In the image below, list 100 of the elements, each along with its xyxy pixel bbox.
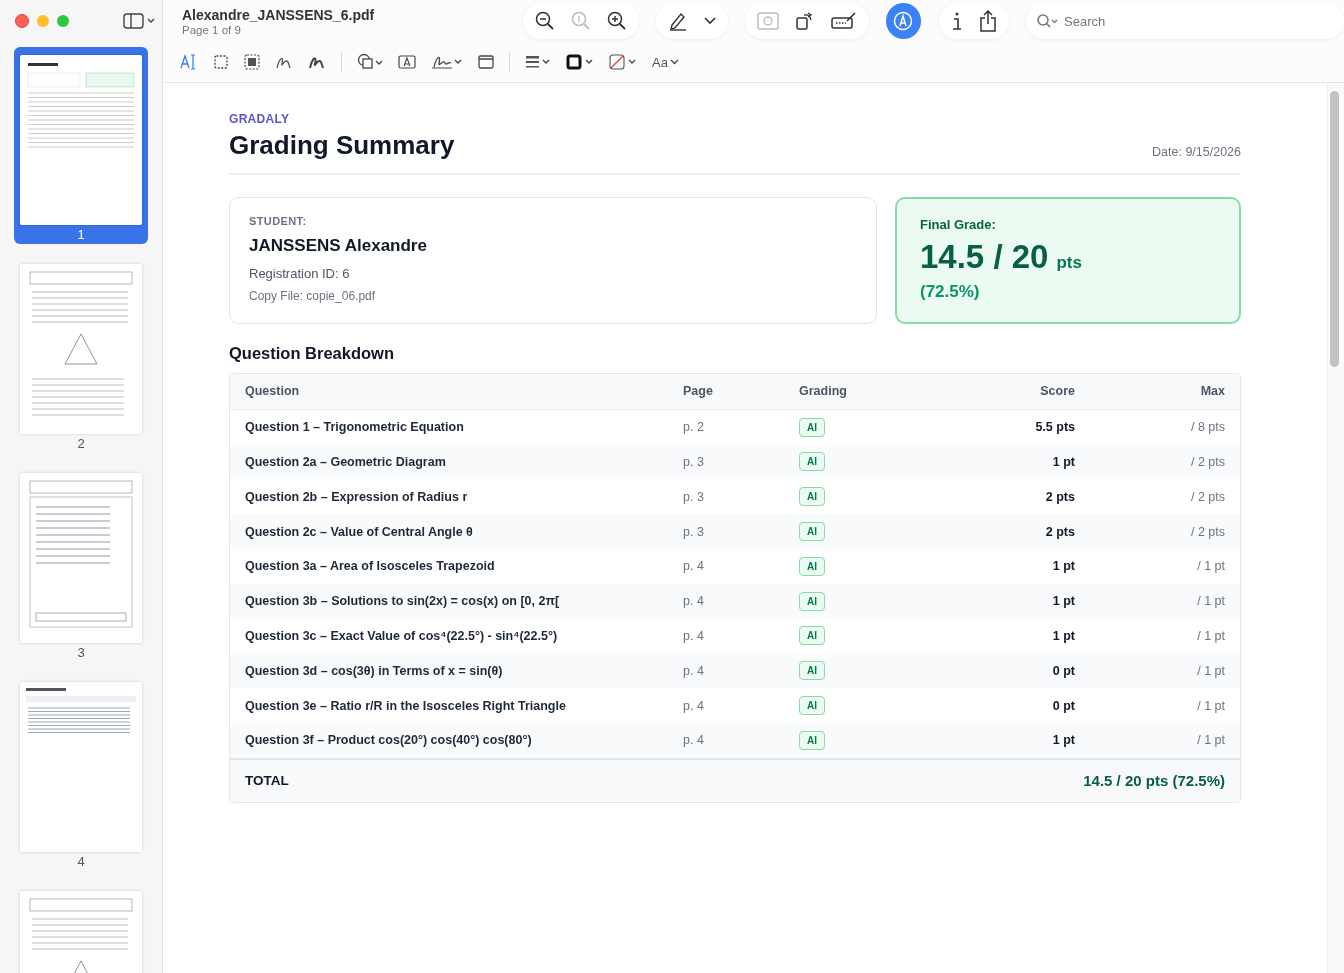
chevron-down-icon[interactable] (703, 17, 716, 25)
search-field[interactable]: Search (1026, 3, 1344, 39)
page-count: Page 1 of 9 (182, 23, 242, 36)
grading-badge: AI (799, 730, 825, 750)
page-number: 3 (77, 645, 85, 660)
score-cell-text: 2 pts (1044, 489, 1075, 504)
registration-id: Registration ID: 6 (249, 266, 351, 281)
chevron-down-icon (669, 59, 679, 65)
brand-name: GRADALY (229, 112, 291, 126)
student-label: STUDENT: (249, 215, 308, 227)
copy-file-name: Copy File: copie_06.pdf (249, 289, 377, 303)
grading-badge: AI (799, 661, 825, 681)
markup-pen-icon (893, 11, 914, 31)
page-thumbnail[interactable]: 3 (14, 465, 148, 662)
markup-toolbar-button[interactable] (885, 3, 921, 39)
zoom-out-icon[interactable] (534, 11, 555, 31)
section-title: Question Breakdown (229, 344, 396, 363)
shapes-menu[interactable] (357, 53, 383, 71)
question-cell-text: Question 3b – Solutions to sin(2x) = cos(x) on [0, 2π[ (245, 594, 561, 609)
text-selection-icon[interactable] (180, 54, 198, 70)
max-cell-text: / 2 pts (1189, 489, 1225, 504)
score-cell-text: 1 pt (1051, 628, 1075, 643)
score-cell-text: 1 pt (1051, 455, 1075, 469)
page-cell-text: p. 2 (683, 420, 705, 435)
page-thumbnail[interactable]: 4 (14, 674, 148, 871)
question-cell-text: Question 2a – Geometric Diagram (245, 455, 447, 469)
score-cell-text: 5.5 pts (1034, 420, 1075, 435)
smart-lasso-icon[interactable] (244, 54, 260, 70)
page-cell-text: p. 4 (683, 559, 705, 574)
page-number: 1 (77, 227, 85, 242)
info-icon[interactable] (951, 11, 963, 31)
page-thumbnail[interactable]: 1 (14, 47, 148, 244)
score-cell-text: 1 pt (1051, 594, 1075, 609)
score-cell-text: 1 pt (1051, 733, 1075, 748)
score-cell-text: 2 pts (1044, 524, 1075, 539)
question-cell-text: Question 3f – Product cos(20°) cos(40°) cos(80°) (245, 733, 533, 748)
draw-icon[interactable] (308, 54, 326, 70)
final-score: 14.5 / 20 (920, 238, 1049, 276)
window-title: Alexandre_JANSSENS_6.pdf (182, 6, 376, 23)
question-cell-text: Question 2c – Value of Central Angle θ (245, 524, 474, 539)
grading-badge: AI (799, 696, 825, 716)
question-cell-text: Question 3e – Ratio r/R in the Isosceles Right Triangle (245, 698, 567, 713)
text-box-icon[interactable] (398, 54, 416, 70)
signature-field-icon[interactable] (830, 12, 857, 30)
question-cell-text: Question 3d – cos(3θ) in Terms of x = sin(θ) (245, 663, 504, 678)
max-cell-text: / 1 pt (1196, 733, 1225, 748)
max-cell-text: / 1 pt (1196, 559, 1225, 574)
page-cell-text: p. 4 (683, 663, 705, 678)
column-header: Score (1039, 384, 1075, 399)
max-cell-text: / 1 pt (1196, 663, 1225, 678)
document-title: Grading Summary (229, 130, 455, 161)
question-cell-text: Question 1 – Trigonometric Equation (245, 420, 465, 435)
rectangular-selection-icon[interactable] (213, 54, 229, 70)
share-icon[interactable] (979, 10, 997, 32)
scrollbar-thumb[interactable] (1330, 91, 1339, 367)
rotate-icon[interactable] (794, 11, 815, 31)
grading-badge: AI (799, 591, 825, 611)
score-cell-text: 1 pt (1051, 559, 1075, 574)
zoom-in-icon[interactable] (606, 11, 627, 31)
total-label: TOTAL (245, 773, 289, 789)
sidebar-toggle-icon[interactable] (123, 13, 155, 29)
score-percentage: (72.5%) (920, 282, 981, 302)
grading-badge: AI (799, 417, 825, 437)
grading-badge: AI (799, 626, 825, 646)
grading-badge: AI (799, 522, 825, 542)
page-cell-text: p. 4 (683, 698, 705, 713)
score-unit: pts (1056, 253, 1082, 273)
page-cell-text: p. 4 (683, 628, 705, 643)
grading-badge: AI (799, 556, 825, 576)
font-menu-button[interactable]: Aa (652, 54, 679, 70)
page-cell-text: p. 3 (683, 455, 705, 469)
page-number: 2 (77, 436, 85, 451)
question-cell-text: Question 2b – Expression of Radius r (245, 489, 469, 504)
max-cell-text: / 2 pts (1189, 455, 1225, 469)
score-cell-text: 0 pt (1051, 663, 1075, 678)
report-date: Date: 9/15/2026 (1152, 145, 1241, 159)
max-cell-text: / 1 pt (1196, 698, 1225, 713)
column-header: Max (1199, 384, 1225, 399)
close-window-button[interactable] (15, 14, 29, 28)
max-cell-text: / 8 pts (1189, 420, 1225, 435)
page-cell-text: p. 4 (683, 594, 705, 609)
question-cell-text: Question 3c – Exact Value of cos⁴(22.5°) - sin⁴(22.5°) (245, 628, 559, 643)
column-header: Question (245, 384, 301, 399)
student-name: JANSSENS Alexandre (249, 236, 428, 256)
score-cell-text: 0 pt (1051, 698, 1075, 713)
total-score: 14.5 / 20 pts (72.5%) (1083, 772, 1225, 790)
max-cell-text: / 2 pts (1189, 524, 1225, 539)
question-cell-text: Question 3a – Area of Isosceles Trapezoid (245, 559, 496, 574)
pen-icon[interactable] (667, 11, 688, 31)
fill-color-menu[interactable] (609, 54, 637, 70)
page-number: 4 (77, 854, 85, 869)
note-icon[interactable] (478, 54, 494, 70)
search-icon (1036, 13, 1058, 29)
column-header: Page (683, 384, 714, 399)
line-style-menu[interactable] (525, 55, 551, 69)
border-color-menu[interactable] (566, 54, 594, 70)
grading-badge: AI (799, 452, 825, 472)
page-cell-text: p. 3 (683, 524, 705, 539)
max-cell-text: / 1 pt (1196, 594, 1225, 609)
page-thumbnail[interactable]: 2 (14, 256, 148, 453)
